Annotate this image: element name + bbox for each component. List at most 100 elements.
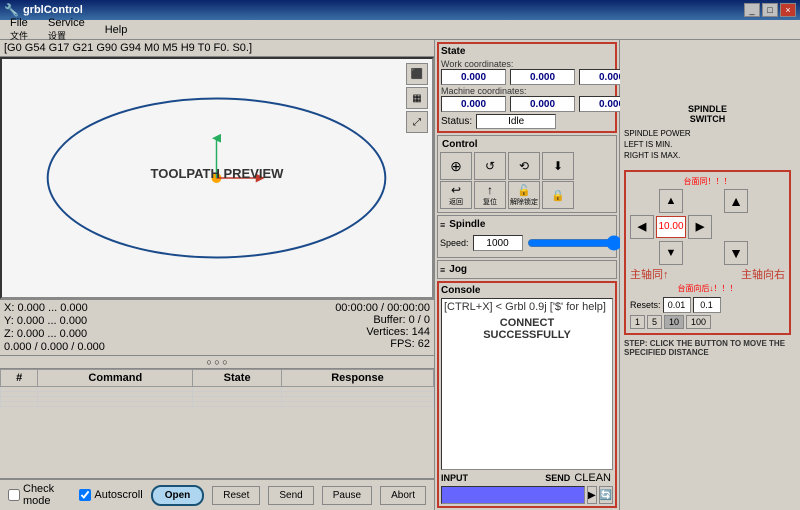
- toolpath-label: TOOLPATH PREVIEW: [151, 166, 284, 181]
- autoscroll-label[interactable]: Autoscroll: [79, 489, 142, 501]
- coord-z: Z: 0.000 ... 0.000: [4, 328, 105, 340]
- col-response: Response: [281, 370, 433, 387]
- separator-dots: ○ ○ ○: [0, 355, 434, 368]
- console-input-row: INPUT SEND CLEAN: [441, 472, 613, 484]
- console-section: Console [CTRL+X] < Grbl 0.9j ['$' for he…: [437, 281, 617, 508]
- console-input-field[interactable]: [441, 486, 585, 504]
- send-label: SEND: [545, 473, 570, 483]
- autoscroll-checkbox[interactable]: [79, 489, 91, 501]
- work-coords-label: Work coordinates:: [441, 59, 561, 69]
- preset-btn-1[interactable]: 1: [630, 315, 645, 329]
- left-panel: [G0 G54 G17 G21 G90 G94 M0 M5 H9 T0 F0. …: [0, 40, 435, 510]
- gcode-text: [G0 G54 G17 G21 G90 G94 M0 M5 H9 T0 F0. …: [4, 42, 252, 54]
- middle-panel: State Work coordinates: Machine coordina…: [435, 40, 620, 510]
- ctrl-btn-lock[interactable]: 🔒: [542, 181, 574, 209]
- cmd-table-area: # Command State Response: [0, 368, 434, 478]
- cmd-table: # Command State Response: [0, 369, 434, 407]
- control-row2: ↩ 返回 ↑ 复位 🔓 解除锁定: [440, 181, 614, 209]
- speed-label: Speed:: [440, 238, 469, 248]
- menu-help[interactable]: Help: [99, 22, 134, 38]
- coords-bar: X: 0.000 ... 0.000 Y: 0.000 ... 0.000 Z:…: [0, 299, 434, 355]
- preset-buttons-row: 1 5 10 100: [630, 315, 785, 329]
- spindle-power-label: SPINDLE POWERLEFT IS MIN.RIGHT IS MAX.: [624, 128, 791, 162]
- table-row: [1, 402, 434, 407]
- preset-btn-5[interactable]: 5: [647, 315, 662, 329]
- jog-right-btn[interactable]: ▶: [688, 215, 712, 239]
- machine-x-input[interactable]: [441, 96, 506, 112]
- jog-up-btn[interactable]: ▲: [659, 189, 683, 213]
- jog-title: Jog: [447, 263, 469, 276]
- jog-label-right: 主轴向右: [741, 266, 785, 282]
- jog-left-btn[interactable]: ◀: [630, 215, 654, 239]
- jog-mid-labels: 主轴同↑ 主轴向右: [630, 266, 785, 282]
- coord-xyz: 0.000 / 0.000 / 0.000: [4, 341, 105, 353]
- coord-y: Y: 0.000 ... 0.000: [4, 315, 105, 327]
- col-command: Command: [38, 370, 193, 387]
- console-connect: CONNECTSUCCESSFULLY: [444, 313, 610, 345]
- control-title: Control: [440, 138, 614, 151]
- work-x-input[interactable]: [441, 69, 506, 85]
- jog-bottom-annotation: 台面向后↓！！！: [630, 283, 785, 294]
- console-clear-button[interactable]: 🔄: [599, 486, 613, 504]
- jog-step-input[interactable]: [656, 216, 686, 238]
- presets-label: Resets:: [630, 300, 661, 310]
- spindle-section: ≡ Spindle Speed: ⚙: [437, 215, 617, 258]
- ctrl-btn-reset[interactable]: ↑ 复位: [474, 181, 506, 209]
- reset-button[interactable]: Reset: [212, 486, 260, 505]
- col-num: #: [1, 370, 38, 387]
- console-send-button[interactable]: ▶: [587, 486, 597, 504]
- status-label: Status:: [441, 116, 472, 127]
- ctrl-btn-zero[interactable]: ⬇: [542, 152, 574, 180]
- jog-top-annotation: 台面同！！！: [630, 176, 785, 187]
- open-button[interactable]: Open: [151, 485, 205, 506]
- preset-btn-10[interactable]: 10: [664, 315, 684, 329]
- step-annotation: STEP: CLICK THE BUTTON TO MOVE THE SPECI…: [624, 339, 791, 357]
- spindle-speed-input[interactable]: [473, 235, 523, 251]
- gcode-bar: [G0 G54 G17 G21 G90 G94 M0 M5 H9 T0 F0. …: [0, 40, 434, 57]
- preset-input-1[interactable]: [663, 297, 691, 313]
- fps-display: FPS: 62: [335, 338, 430, 350]
- view-controls: ⬛ ▦ ⤢: [406, 63, 428, 133]
- control-row1: ⊕ ↺ ⟲ ⬇: [440, 152, 614, 180]
- spindle-row: Speed: ⚙: [440, 231, 614, 255]
- preset-input-2[interactable]: [693, 297, 721, 313]
- title-bar: 🔧 grblControl _ □ ×: [0, 0, 800, 20]
- jog-section: ≡ Jog: [437, 260, 617, 279]
- check-mode-label[interactable]: Check mode: [8, 483, 71, 507]
- preset-btn-100[interactable]: 100: [686, 315, 711, 329]
- state-section: State Work coordinates: Machine coordina…: [437, 42, 617, 133]
- send-button[interactable]: Send: [268, 486, 313, 505]
- jog-grid: ▲ ▲ ◀ ▶ ▼ ▼: [630, 189, 785, 265]
- title-bar-controls: _ □ ×: [744, 3, 796, 17]
- ctrl-btn-spindle-cw[interactable]: ↺: [474, 152, 506, 180]
- machine-coords-label: Machine coordinates:: [441, 86, 561, 96]
- close-button[interactable]: ×: [780, 3, 796, 17]
- toolpath-area: TOOLPATH PREVIEW ⬛ ▦ ⤢: [0, 57, 434, 299]
- clean-label: CLEAN: [574, 472, 611, 484]
- coords-left: X: 0.000 ... 0.000 Y: 0.000 ... 0.000 Z:…: [4, 302, 105, 353]
- machine-y-input[interactable]: [510, 96, 575, 112]
- minimize-button[interactable]: _: [744, 3, 760, 17]
- jog-z-down-btn[interactable]: ▼: [724, 241, 748, 265]
- presets-row: Resets:: [630, 297, 785, 313]
- maximize-button[interactable]: □: [762, 3, 778, 17]
- view-fit-btn[interactable]: ⤢: [406, 111, 428, 133]
- console-line: [CTRL+X] < Grbl 0.9j ['$' for help]: [444, 301, 610, 313]
- ctrl-btn-home[interactable]: ⊕: [440, 152, 472, 180]
- jog-down-btn[interactable]: ▼: [659, 241, 683, 265]
- check-mode-checkbox[interactable]: [8, 489, 20, 501]
- ctrl-btn-spindle-ccw[interactable]: ⟲: [508, 152, 540, 180]
- ctrl-btn-unlock[interactable]: 🔓 解除锁定: [508, 181, 540, 209]
- buffer-display: Buffer: 0 / 0: [335, 314, 430, 326]
- control-section: Control ⊕ ↺ ⟲ ⬇ ↩ 返回: [437, 135, 617, 213]
- pause-button[interactable]: Pause: [322, 486, 372, 505]
- view-top-btn[interactable]: ▦: [406, 87, 428, 109]
- state-title: State: [441, 46, 613, 57]
- jog-controls-box: 台面同！！！ ▲ ▲ ◀ ▶: [624, 170, 791, 335]
- abort-button[interactable]: Abort: [380, 486, 426, 505]
- ctrl-btn-return[interactable]: ↩ 返回: [440, 181, 472, 209]
- view-3d-btn[interactable]: ⬛: [406, 63, 428, 85]
- jog-z-up-btn[interactable]: ▲: [724, 189, 748, 213]
- console-output: [CTRL+X] < Grbl 0.9j ['$' for help] CONN…: [441, 298, 613, 470]
- work-y-input[interactable]: [510, 69, 575, 85]
